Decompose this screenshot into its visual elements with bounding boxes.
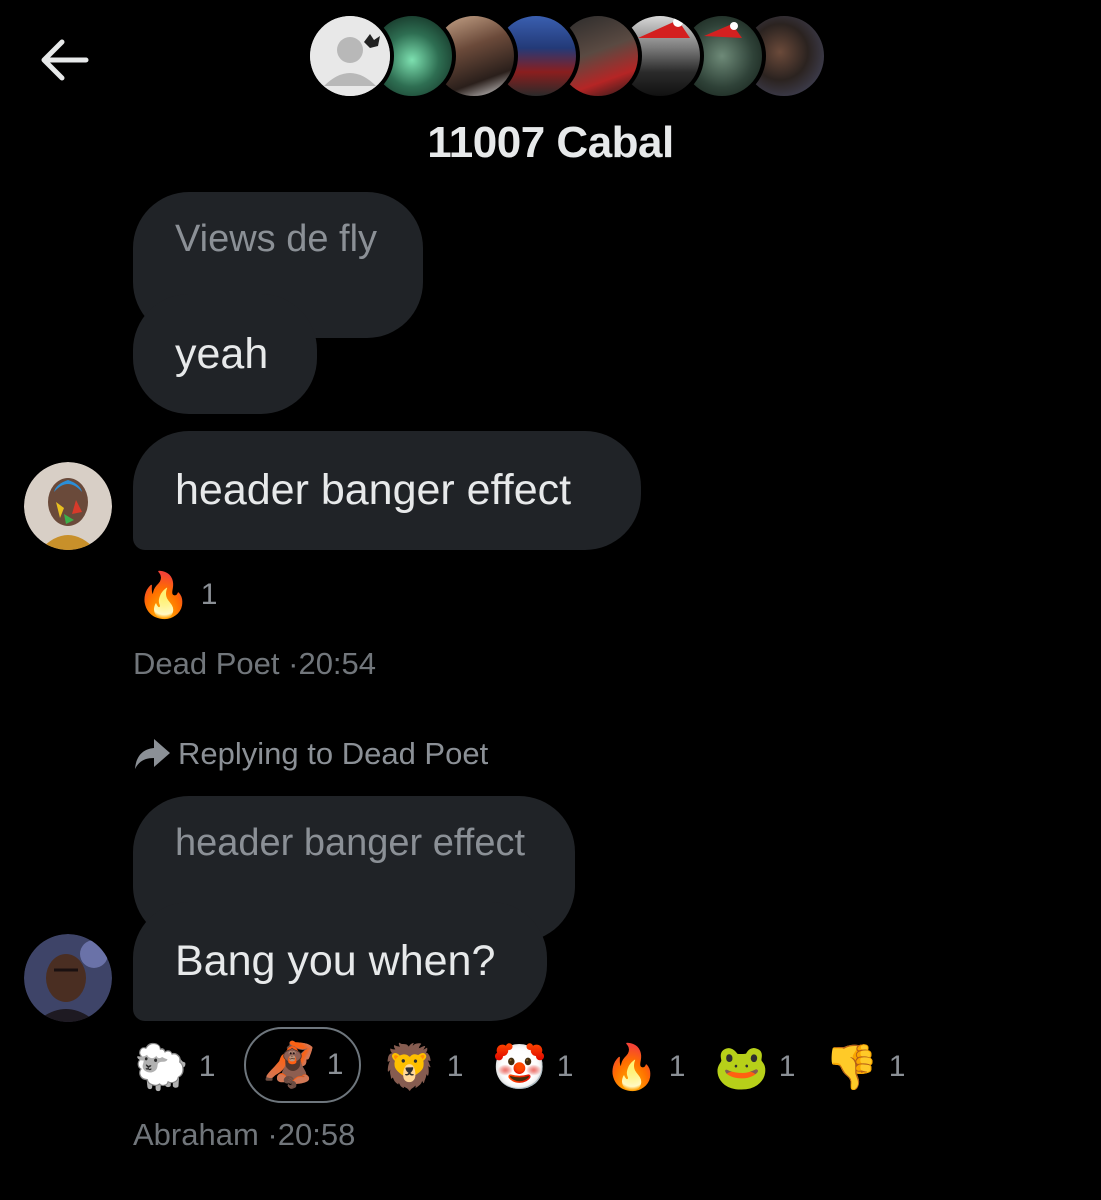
message-meta: Dead Poet ·20:54 [133, 646, 376, 682]
orangutan-icon: 🦧 [262, 1041, 317, 1090]
message-bubble[interactable]: Bang you when? [133, 902, 547, 1021]
group-avatar-stack[interactable] [306, 12, 828, 104]
group-avatar-1 [306, 12, 394, 100]
message-bubble[interactable]: yeah [133, 294, 317, 414]
avatar-dead-poet[interactable] [24, 462, 112, 550]
reaction-fire[interactable]: 🔥 1 [136, 569, 217, 621]
reaction-count: 1 [326, 1048, 344, 1081]
reaction-count: 1 [200, 578, 218, 611]
avatar-abraham[interactable] [24, 934, 112, 1022]
quoted-message-text: Views de fly [175, 218, 378, 260]
reaction-count: 1 [778, 1050, 796, 1083]
message-text: Bang you when? [175, 937, 496, 985]
thumbs-down-icon: 👎 [824, 1043, 879, 1092]
conversation-header: 11007 Cabal [0, 0, 1101, 190]
sender-name: Abraham [133, 1117, 259, 1152]
fire-icon: 🔥 [136, 571, 191, 620]
reply-context-text: Replying to Dead Poet [178, 736, 489, 771]
fire-icon: 🔥 [604, 1043, 659, 1092]
reaction-frog[interactable]: 🐸 1 [714, 1041, 795, 1093]
group-title[interactable]: 11007 Cabal [0, 118, 1101, 168]
frog-icon: 🐸 [714, 1043, 769, 1092]
sheep-icon: 🐑 [134, 1043, 189, 1092]
clown-icon: 🤡 [492, 1043, 547, 1092]
reaction-sheep[interactable]: 🐑 1 [134, 1041, 215, 1093]
message-time: ·20:54 [288, 646, 377, 681]
arrow-left-icon [41, 39, 89, 81]
reply-context[interactable]: Replying to Dead Poet [134, 736, 488, 772]
reaction-count: 1 [668, 1050, 686, 1083]
message-meta: Abraham ·20:58 [133, 1117, 355, 1153]
reaction-thumbs-down[interactable]: 👎 1 [824, 1041, 905, 1093]
back-button[interactable] [34, 32, 96, 88]
reaction-count: 1 [198, 1050, 216, 1083]
reaction-count: 1 [888, 1050, 906, 1083]
quoted-message-text: header banger effect [175, 822, 526, 864]
lion-icon: 🦁 [382, 1043, 437, 1092]
reaction-fire[interactable]: 🔥 1 [604, 1041, 685, 1093]
message-time: ·20:58 [267, 1117, 356, 1152]
reaction-orangutan-selected[interactable]: 🦧 1 [244, 1027, 362, 1103]
message-bubble[interactable]: header banger effect [133, 431, 641, 550]
reaction-count: 1 [556, 1050, 574, 1083]
sender-name: Dead Poet [133, 646, 280, 681]
reaction-lion[interactable]: 🦁 1 [382, 1041, 463, 1093]
message-text: yeah [175, 329, 269, 378]
message-text: header banger effect [175, 466, 572, 514]
reaction-clown[interactable]: 🤡 1 [492, 1041, 573, 1093]
reaction-count: 1 [446, 1050, 464, 1083]
reply-arrow-icon [135, 739, 170, 769]
